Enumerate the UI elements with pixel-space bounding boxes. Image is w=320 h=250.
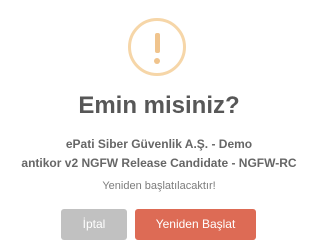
exclamation-bar — [154, 33, 160, 53]
confirmation-dialog: Emin misiniz? ePati Siber Güvenlik A.Ş. … — [0, 0, 318, 250]
message-line-2: antikor v2 NGFW Release Candidate - NGFW… — [21, 156, 297, 170]
exclamation-dot — [154, 58, 160, 64]
restart-button[interactable]: Yeniden Başlat — [135, 209, 256, 240]
cancel-button[interactable]: İptal — [61, 209, 127, 240]
warning-icon — [128, 18, 186, 76]
dialog-actions: İptal Yeniden Başlat — [0, 209, 318, 240]
dialog-title: Emin misiniz? — [78, 92, 240, 119]
restart-warning-text: Yeniden başlatılacaktır! — [102, 180, 216, 192]
dialog-message: ePati Siber Güvenlik A.Ş. - Demo antikor… — [0, 135, 318, 173]
message-line-1: ePati Siber Güvenlik A.Ş. - Demo — [65, 137, 253, 151]
